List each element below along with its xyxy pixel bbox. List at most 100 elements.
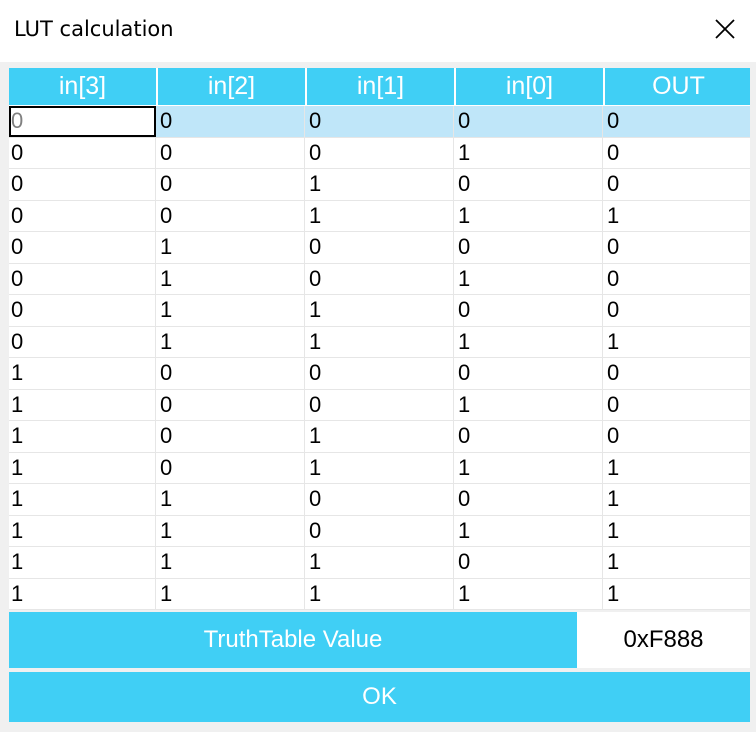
output-cell[interactable]: 1 xyxy=(605,484,750,515)
output-cell[interactable]: 0 xyxy=(605,264,750,295)
input-cell[interactable]: 0 xyxy=(158,169,305,200)
input-cell[interactable]: 1 xyxy=(158,578,305,609)
table-row[interactable]: 10111 xyxy=(9,452,750,484)
input-cell[interactable]: 1 xyxy=(456,452,603,483)
input-cell[interactable]: 0 xyxy=(9,169,156,200)
input-cell[interactable]: 1 xyxy=(307,169,454,200)
input-cell[interactable]: 0 xyxy=(9,106,156,137)
column-header[interactable]: in[3] xyxy=(9,68,156,105)
input-cell[interactable]: 1 xyxy=(158,326,305,357)
input-cell[interactable]: 0 xyxy=(456,547,603,578)
input-cell[interactable]: 0 xyxy=(307,515,454,546)
input-cell[interactable]: 0 xyxy=(456,421,603,452)
input-cell[interactable]: 1 xyxy=(456,263,603,294)
output-cell[interactable]: 0 xyxy=(605,390,750,421)
table-row[interactable]: 01111 xyxy=(9,326,750,358)
input-cell[interactable]: 1 xyxy=(158,547,305,578)
input-cell[interactable]: 0 xyxy=(9,295,156,326)
input-cell[interactable]: 1 xyxy=(9,389,156,420)
input-cell[interactable]: 1 xyxy=(456,578,603,609)
input-cell[interactable]: 1 xyxy=(9,358,156,389)
output-cell[interactable]: 0 xyxy=(605,358,750,389)
output-cell[interactable]: 1 xyxy=(605,547,750,578)
input-cell[interactable]: 1 xyxy=(456,515,603,546)
input-cell[interactable]: 0 xyxy=(456,169,603,200)
input-cell[interactable]: 0 xyxy=(158,389,305,420)
column-header[interactable]: in[1] xyxy=(307,68,454,105)
input-cell[interactable]: 0 xyxy=(307,263,454,294)
input-cell[interactable]: 1 xyxy=(307,295,454,326)
output-cell[interactable]: 1 xyxy=(605,579,750,610)
table-row[interactable]: 00010 xyxy=(9,137,750,169)
input-cell[interactable]: 1 xyxy=(307,578,454,609)
input-cell[interactable]: 1 xyxy=(307,200,454,231)
table-row[interactable]: 01000 xyxy=(9,232,750,264)
table-row[interactable]: 00111 xyxy=(9,200,750,232)
input-cell[interactable]: 0 xyxy=(456,232,603,263)
input-cell[interactable]: 0 xyxy=(158,452,305,483)
input-cell[interactable]: 1 xyxy=(456,200,603,231)
input-cell[interactable]: 0 xyxy=(158,200,305,231)
table-row[interactable]: 00000 xyxy=(9,106,750,138)
input-cell[interactable]: 1 xyxy=(307,326,454,357)
input-cell[interactable]: 0 xyxy=(9,137,156,168)
input-cell[interactable]: 0 xyxy=(9,200,156,231)
output-cell[interactable]: 1 xyxy=(605,516,750,547)
input-cell[interactable]: 0 xyxy=(9,232,156,263)
output-cell[interactable]: 0 xyxy=(605,295,750,326)
input-cell[interactable]: 1 xyxy=(9,452,156,483)
output-cell[interactable]: 0 xyxy=(605,169,750,200)
input-cell[interactable]: 0 xyxy=(456,484,603,515)
input-cell[interactable]: 0 xyxy=(9,326,156,357)
input-cell[interactable]: 0 xyxy=(158,137,305,168)
input-cell[interactable]: 1 xyxy=(9,547,156,578)
table-row[interactable]: 10100 xyxy=(9,421,750,453)
ok-button[interactable]: OK xyxy=(9,672,750,722)
input-cell[interactable]: 0 xyxy=(307,106,454,137)
input-cell[interactable]: 1 xyxy=(9,578,156,609)
input-cell[interactable]: 1 xyxy=(307,421,454,452)
output-cell[interactable]: 0 xyxy=(605,421,750,452)
input-cell[interactable]: 0 xyxy=(307,232,454,263)
output-cell[interactable]: 1 xyxy=(605,201,750,232)
input-cell[interactable]: 1 xyxy=(158,515,305,546)
table-row[interactable]: 11111 xyxy=(9,578,750,610)
table-row[interactable]: 11011 xyxy=(9,515,750,547)
column-header[interactable]: in[0] xyxy=(456,68,603,105)
input-cell[interactable]: 0 xyxy=(158,421,305,452)
input-cell[interactable]: 0 xyxy=(307,358,454,389)
output-cell[interactable]: 1 xyxy=(605,453,750,484)
table-row[interactable]: 01100 xyxy=(9,295,750,327)
output-cell[interactable]: 0 xyxy=(605,232,750,263)
input-cell[interactable]: 0 xyxy=(456,358,603,389)
input-cell[interactable]: 1 xyxy=(456,326,603,357)
input-cell[interactable]: 0 xyxy=(158,358,305,389)
input-cell[interactable]: 0 xyxy=(456,295,603,326)
input-cell[interactable]: 1 xyxy=(158,484,305,515)
input-cell[interactable]: 1 xyxy=(158,263,305,294)
column-header[interactable]: in[2] xyxy=(158,68,305,105)
input-cell[interactable]: 1 xyxy=(158,232,305,263)
input-cell[interactable]: 1 xyxy=(158,295,305,326)
input-cell[interactable]: 1 xyxy=(9,515,156,546)
table-row[interactable]: 11101 xyxy=(9,547,750,579)
column-header[interactable]: OUT xyxy=(605,68,750,105)
table-row[interactable]: 01010 xyxy=(9,263,750,295)
input-cell[interactable]: 1 xyxy=(307,547,454,578)
input-cell[interactable]: 1 xyxy=(456,137,603,168)
input-cell[interactable]: 1 xyxy=(9,484,156,515)
output-cell[interactable]: 1 xyxy=(605,327,750,358)
input-cell[interactable]: 0 xyxy=(456,106,603,137)
output-cell[interactable]: 0 xyxy=(605,106,750,137)
input-cell[interactable]: 1 xyxy=(456,389,603,420)
input-cell[interactable]: 0 xyxy=(307,389,454,420)
table-row[interactable]: 11001 xyxy=(9,484,750,516)
input-cell[interactable]: 0 xyxy=(9,263,156,294)
input-cell[interactable]: 0 xyxy=(307,484,454,515)
input-cell[interactable]: 1 xyxy=(307,452,454,483)
input-cell[interactable]: 0 xyxy=(158,106,305,137)
input-cell[interactable]: 1 xyxy=(9,421,156,452)
close-button[interactable] xyxy=(694,0,756,58)
output-cell[interactable]: 0 xyxy=(605,138,750,169)
table-row[interactable]: 10000 xyxy=(9,358,750,390)
